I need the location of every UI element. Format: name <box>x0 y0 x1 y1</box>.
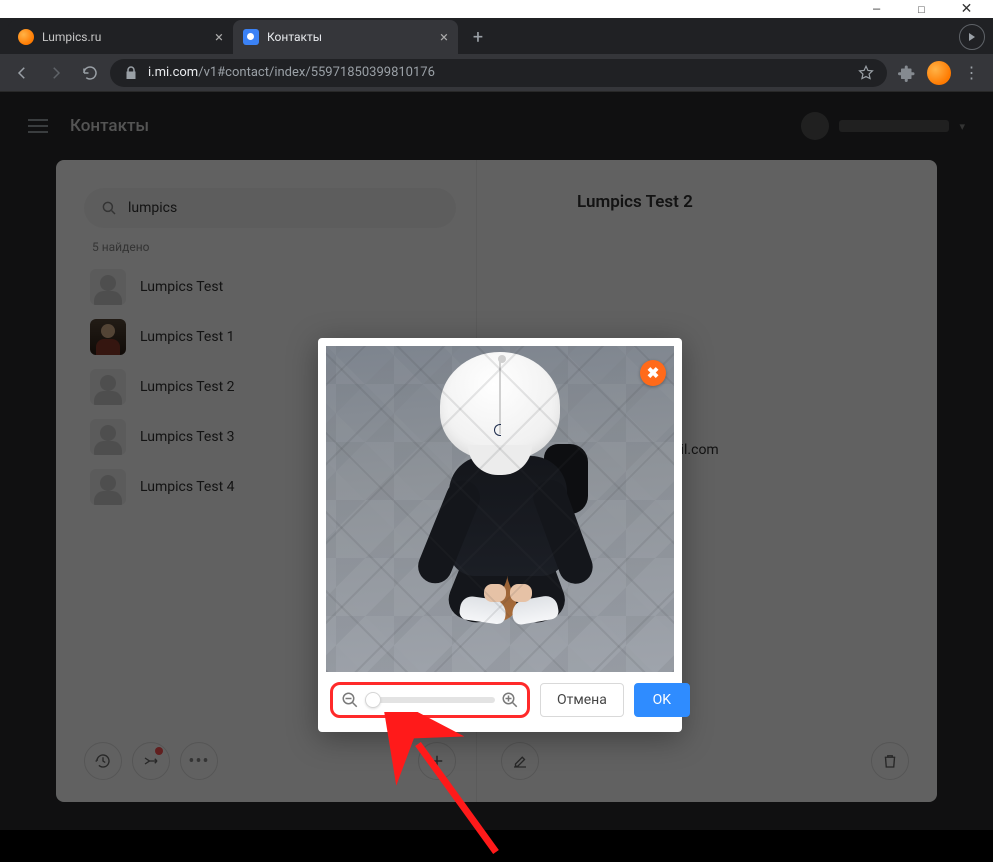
cancel-button[interactable]: Отмена <box>540 683 624 717</box>
arrow-right-icon <box>47 64 65 82</box>
tab-title: Lumpics.ru <box>42 30 101 44</box>
tab-lumpics[interactable]: Lumpics.ru × <box>8 20 233 54</box>
avatar-crop-modal: ✖ Отмена OK <box>318 338 682 732</box>
close-icon[interactable]: × <box>215 28 223 46</box>
lock-icon <box>122 64 140 82</box>
browser-tabstrip: Lumpics.ru × Контакты × + <box>0 18 993 54</box>
crop-image <box>326 346 674 672</box>
puzzle-icon <box>898 64 916 82</box>
extensions-button[interactable] <box>893 59 921 87</box>
media-control-icon[interactable] <box>959 24 985 50</box>
bookmark-star-icon[interactable] <box>857 64 875 82</box>
tab-title: Контакты <box>267 30 322 44</box>
profile-avatar-icon[interactable] <box>927 61 951 85</box>
back-button[interactable] <box>8 59 36 87</box>
zoom-slider[interactable] <box>365 697 495 703</box>
favicon-icon <box>18 29 34 45</box>
ok-button[interactable]: OK <box>634 683 690 717</box>
app-root: Контакты ▾ 5 найдено Lumpics Test Lumpic… <box>0 92 993 830</box>
reload-icon <box>81 64 99 82</box>
forward-button[interactable] <box>42 59 70 87</box>
slider-thumb[interactable] <box>365 692 381 708</box>
url-input[interactable]: i.mi.com/v1#contact/index/55971850399810… <box>110 59 887 87</box>
crop-canvas[interactable]: ✖ <box>326 346 674 672</box>
zoom-out-icon[interactable] <box>341 691 359 709</box>
favicon-icon <box>243 29 259 45</box>
browser-menu-button[interactable]: ⋮ <box>957 59 985 87</box>
close-icon[interactable]: × <box>440 28 448 46</box>
window-titlebar: — □ ✕ <box>0 0 993 18</box>
new-tab-button[interactable]: + <box>464 23 492 51</box>
arrow-left-icon <box>13 64 31 82</box>
tab-contacts[interactable]: Контакты × <box>233 20 458 54</box>
window-minimize[interactable]: — <box>854 0 899 18</box>
url-text: i.mi.com/v1#contact/index/55971850399810… <box>148 65 849 80</box>
zoom-control-highlight <box>330 682 530 718</box>
browser-addressbar: i.mi.com/v1#contact/index/55971850399810… <box>0 54 993 92</box>
modal-close-button[interactable]: ✖ <box>640 360 666 386</box>
modal-footer: Отмена OK <box>326 672 674 724</box>
window-maximize[interactable]: □ <box>899 0 944 18</box>
reload-button[interactable] <box>76 59 104 87</box>
zoom-in-icon[interactable] <box>501 691 519 709</box>
window-close[interactable]: ✕ <box>944 0 989 18</box>
